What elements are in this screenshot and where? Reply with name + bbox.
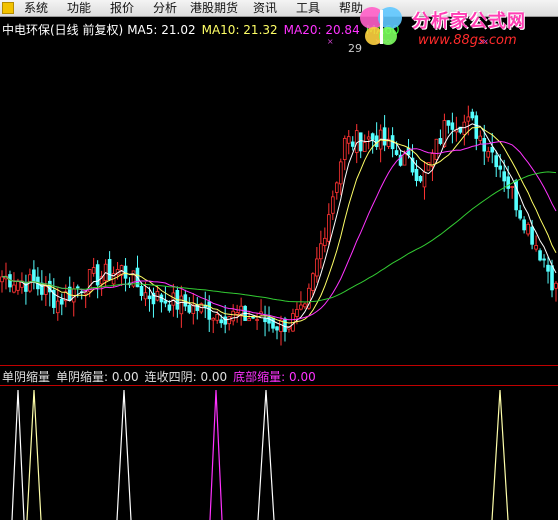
ma-legend-item-1: MA10: 21.32 <box>202 23 278 37</box>
candle <box>538 248 542 262</box>
menu-tools[interactable]: 工具 <box>296 0 320 16</box>
menu-hk-futures[interactable]: 港股期货 <box>190 0 238 16</box>
candle <box>131 270 136 288</box>
watermark-text: 分析家公式网 <box>412 11 526 32</box>
butterfly-logo-icon <box>360 7 402 45</box>
menu-functions[interactable]: 功能 <box>67 0 91 16</box>
sub-legend-item-1: 单阴缩量: 0.00 <box>56 369 139 384</box>
candle <box>526 222 530 237</box>
x-marker: × <box>327 37 334 46</box>
sub-legend-item-3: 底部缩量: 0.00 <box>233 369 316 384</box>
candle <box>199 302 204 315</box>
menu-quotes[interactable]: 报价 <box>110 0 134 16</box>
ma-legend-item-0: MA5: 21.02 <box>127 23 195 37</box>
stock-chart[interactable]: ××××××× 中电环保(日线 前复权) MA5: 21.02MA10: 21.… <box>0 0 558 520</box>
menu-analysis[interactable]: 分析 <box>153 0 177 16</box>
ma-legend-item-2: MA20: 20.84 <box>284 23 360 37</box>
chart-title: 中电环保(日线 前复权) <box>2 22 123 37</box>
app-logo-icon <box>2 2 14 14</box>
sub-legend-item-0: 单阴缩量 <box>2 369 50 384</box>
watermark-url: www.88gs.com <box>418 33 517 48</box>
menu-news[interactable]: 资讯 <box>253 0 277 16</box>
candle <box>243 304 247 321</box>
menu-system[interactable]: 系统 <box>24 0 48 16</box>
sub-legend-item-2: 连收四阴: 0.00 <box>145 369 228 384</box>
sub-indicator-legend: 单阴缩量 单阴缩量: 0.00 连收四阴: 0.00 底部缩量: 0.00 <box>2 369 316 384</box>
watermark: 分析家公式网 www.88gs.com <box>352 0 558 54</box>
